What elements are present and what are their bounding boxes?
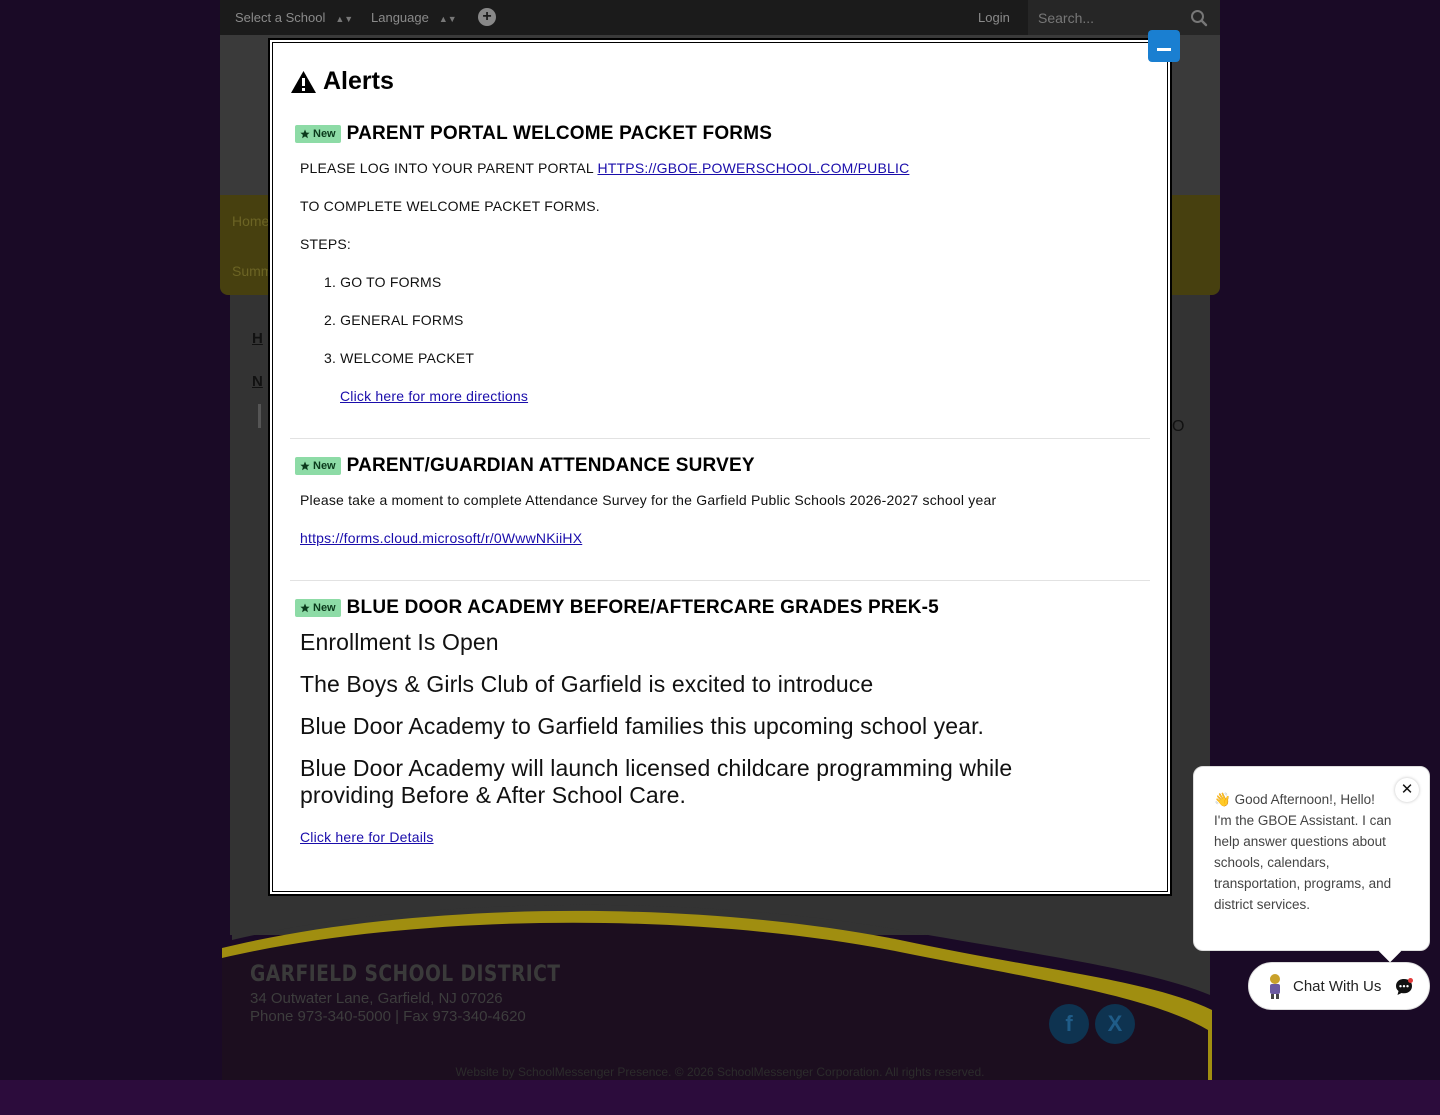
chat-greeting-message: Good Afternoon!, Hello! I'm the GBOE Ass… xyxy=(1214,792,1392,912)
step-item: 3. WELCOME PACKET xyxy=(324,350,475,366)
copyright-suffix: . © 2026 SchoolMessenger Corporation. Al… xyxy=(668,1065,985,1079)
schoolmessenger-link[interactable]: SchoolMessenger Presence xyxy=(518,1065,668,1079)
alert-body-text: Please take a moment to complete Attenda… xyxy=(300,492,997,508)
content-link-fragment[interactable]: H xyxy=(252,330,263,347)
search-icon[interactable] xyxy=(1190,9,1208,27)
content-text-fragment: O xyxy=(1172,418,1185,435)
star-icon xyxy=(300,603,310,613)
search-input[interactable] xyxy=(1038,8,1188,28)
alerts-title-text: Alerts xyxy=(323,67,394,95)
alerts-heading: Alerts xyxy=(290,67,394,96)
more-directions-link[interactable]: Click here for more directions xyxy=(340,388,528,404)
new-badge-label: New xyxy=(313,602,336,614)
new-badge-label: New xyxy=(313,128,336,140)
alert-title: BLUE DOOR ACADEMY BEFORE/AFTERCARE GRADE… xyxy=(346,597,939,618)
alert-body-text: Blue Door Academy to Garfield families t… xyxy=(300,713,985,739)
alert-header: New PARENT/GUARDIAN ATTENDANCE SURVEY xyxy=(295,455,755,477)
x-twitter-icon[interactable]: X xyxy=(1095,1004,1135,1044)
steps-label: STEPS: xyxy=(300,236,351,252)
alert-divider xyxy=(290,580,1150,581)
attendance-survey-link[interactable]: https://forms.cloud.microsoft/r/0WwwNKii… xyxy=(300,530,582,546)
footer-district-name: GARFIELD SCHOOL DISTRICT xyxy=(250,962,561,987)
language-dropdown[interactable]: Language ▲▼ xyxy=(371,10,457,25)
alert-body-text: Enrollment Is Open xyxy=(300,629,499,655)
alert-divider xyxy=(290,438,1150,439)
alert-title: PARENT PORTAL WELCOME PACKET FORMS xyxy=(346,123,773,144)
language-label: Language xyxy=(371,10,429,25)
top-utility-bar: Select a School ▲▼ Language ▲▼ + Login xyxy=(220,0,1220,35)
new-badge: New xyxy=(295,125,341,143)
powerschool-link[interactable]: HTTPS://GBOE.POWERSCHOOL.COM/PUBLIC xyxy=(597,160,909,176)
content-divider xyxy=(258,404,261,428)
plus-circle-icon[interactable]: + xyxy=(478,8,496,26)
facebook-icon[interactable]: f xyxy=(1049,1004,1089,1044)
chat-button-label: Chat With Us xyxy=(1293,977,1382,995)
minimize-modal-button[interactable] xyxy=(1148,30,1180,62)
mascot-avatar-icon xyxy=(1270,974,1280,999)
select-school-label: Select a School xyxy=(235,10,326,25)
copyright-text: Website by SchoolMessenger Presence. © 2… xyxy=(0,1065,1440,1079)
new-badge-label: New xyxy=(313,460,336,472)
warning-icon xyxy=(291,70,316,93)
minus-icon xyxy=(1157,48,1171,51)
star-icon xyxy=(300,461,310,471)
alert-body-text: TO COMPLETE WELCOME PACKET FORMS. xyxy=(300,198,600,214)
login-link[interactable]: Login xyxy=(978,10,1010,25)
details-link[interactable]: Click here for Details xyxy=(300,829,434,845)
alert-body-text: The Boys & Girls Club of Garfield is exc… xyxy=(300,671,874,697)
new-badge: New xyxy=(295,599,341,617)
alert-header: New PARENT PORTAL WELCOME PACKET FORMS xyxy=(295,123,772,145)
bottom-strip xyxy=(0,1080,1440,1115)
nav-item-summer[interactable]: Summ xyxy=(232,263,272,279)
chat-with-us-button[interactable]: Chat With Us xyxy=(1248,962,1430,1010)
portal-instruction: PLEASE LOG INTO YOUR PARENT PORTAL xyxy=(300,160,598,176)
select-school-dropdown[interactable]: Select a School ▲▼ xyxy=(235,10,353,25)
dropdown-arrows-icon: ▲▼ xyxy=(335,14,354,24)
alert-body-text: PLEASE LOG INTO YOUR PARENT PORTAL HTTPS… xyxy=(300,160,909,176)
alert-header: New BLUE DOOR ACADEMY BEFORE/AFTERCARE G… xyxy=(295,597,939,619)
copyright-prefix: Website by xyxy=(455,1065,519,1079)
wave-icon: 👋 xyxy=(1214,792,1231,807)
footer-address: 34 Outwater Lane, Garfield, NJ 07026 xyxy=(250,990,503,1007)
new-badge: New xyxy=(295,457,341,475)
content-link-fragment[interactable]: N xyxy=(252,373,263,390)
step-item: 2. GENERAL FORMS xyxy=(324,312,464,328)
chat-greeting-bubble: 👋 Good Afternoon!, Hello! I'm the GBOE A… xyxy=(1193,766,1430,951)
alert-body-text: Blue Door Academy will launch licensed c… xyxy=(300,755,1013,808)
step-item: 1. GO TO FORMS xyxy=(324,274,442,290)
search-box xyxy=(1028,0,1220,35)
chat-bubble-icon xyxy=(1396,978,1413,995)
dropdown-arrows-icon: ▲▼ xyxy=(438,14,457,24)
footer-phone: Phone 973-340-5000 | Fax 973-340-4620 xyxy=(250,1008,526,1025)
star-icon xyxy=(300,129,310,139)
nav-item-home[interactable]: Home xyxy=(232,213,269,229)
alert-title: PARENT/GUARDIAN ATTENDANCE SURVEY xyxy=(346,455,755,476)
chat-close-button[interactable]: ✕ xyxy=(1395,778,1419,802)
chat-greeting-text: 👋 Good Afternoon!, Hello! I'm the GBOE A… xyxy=(1214,789,1394,915)
